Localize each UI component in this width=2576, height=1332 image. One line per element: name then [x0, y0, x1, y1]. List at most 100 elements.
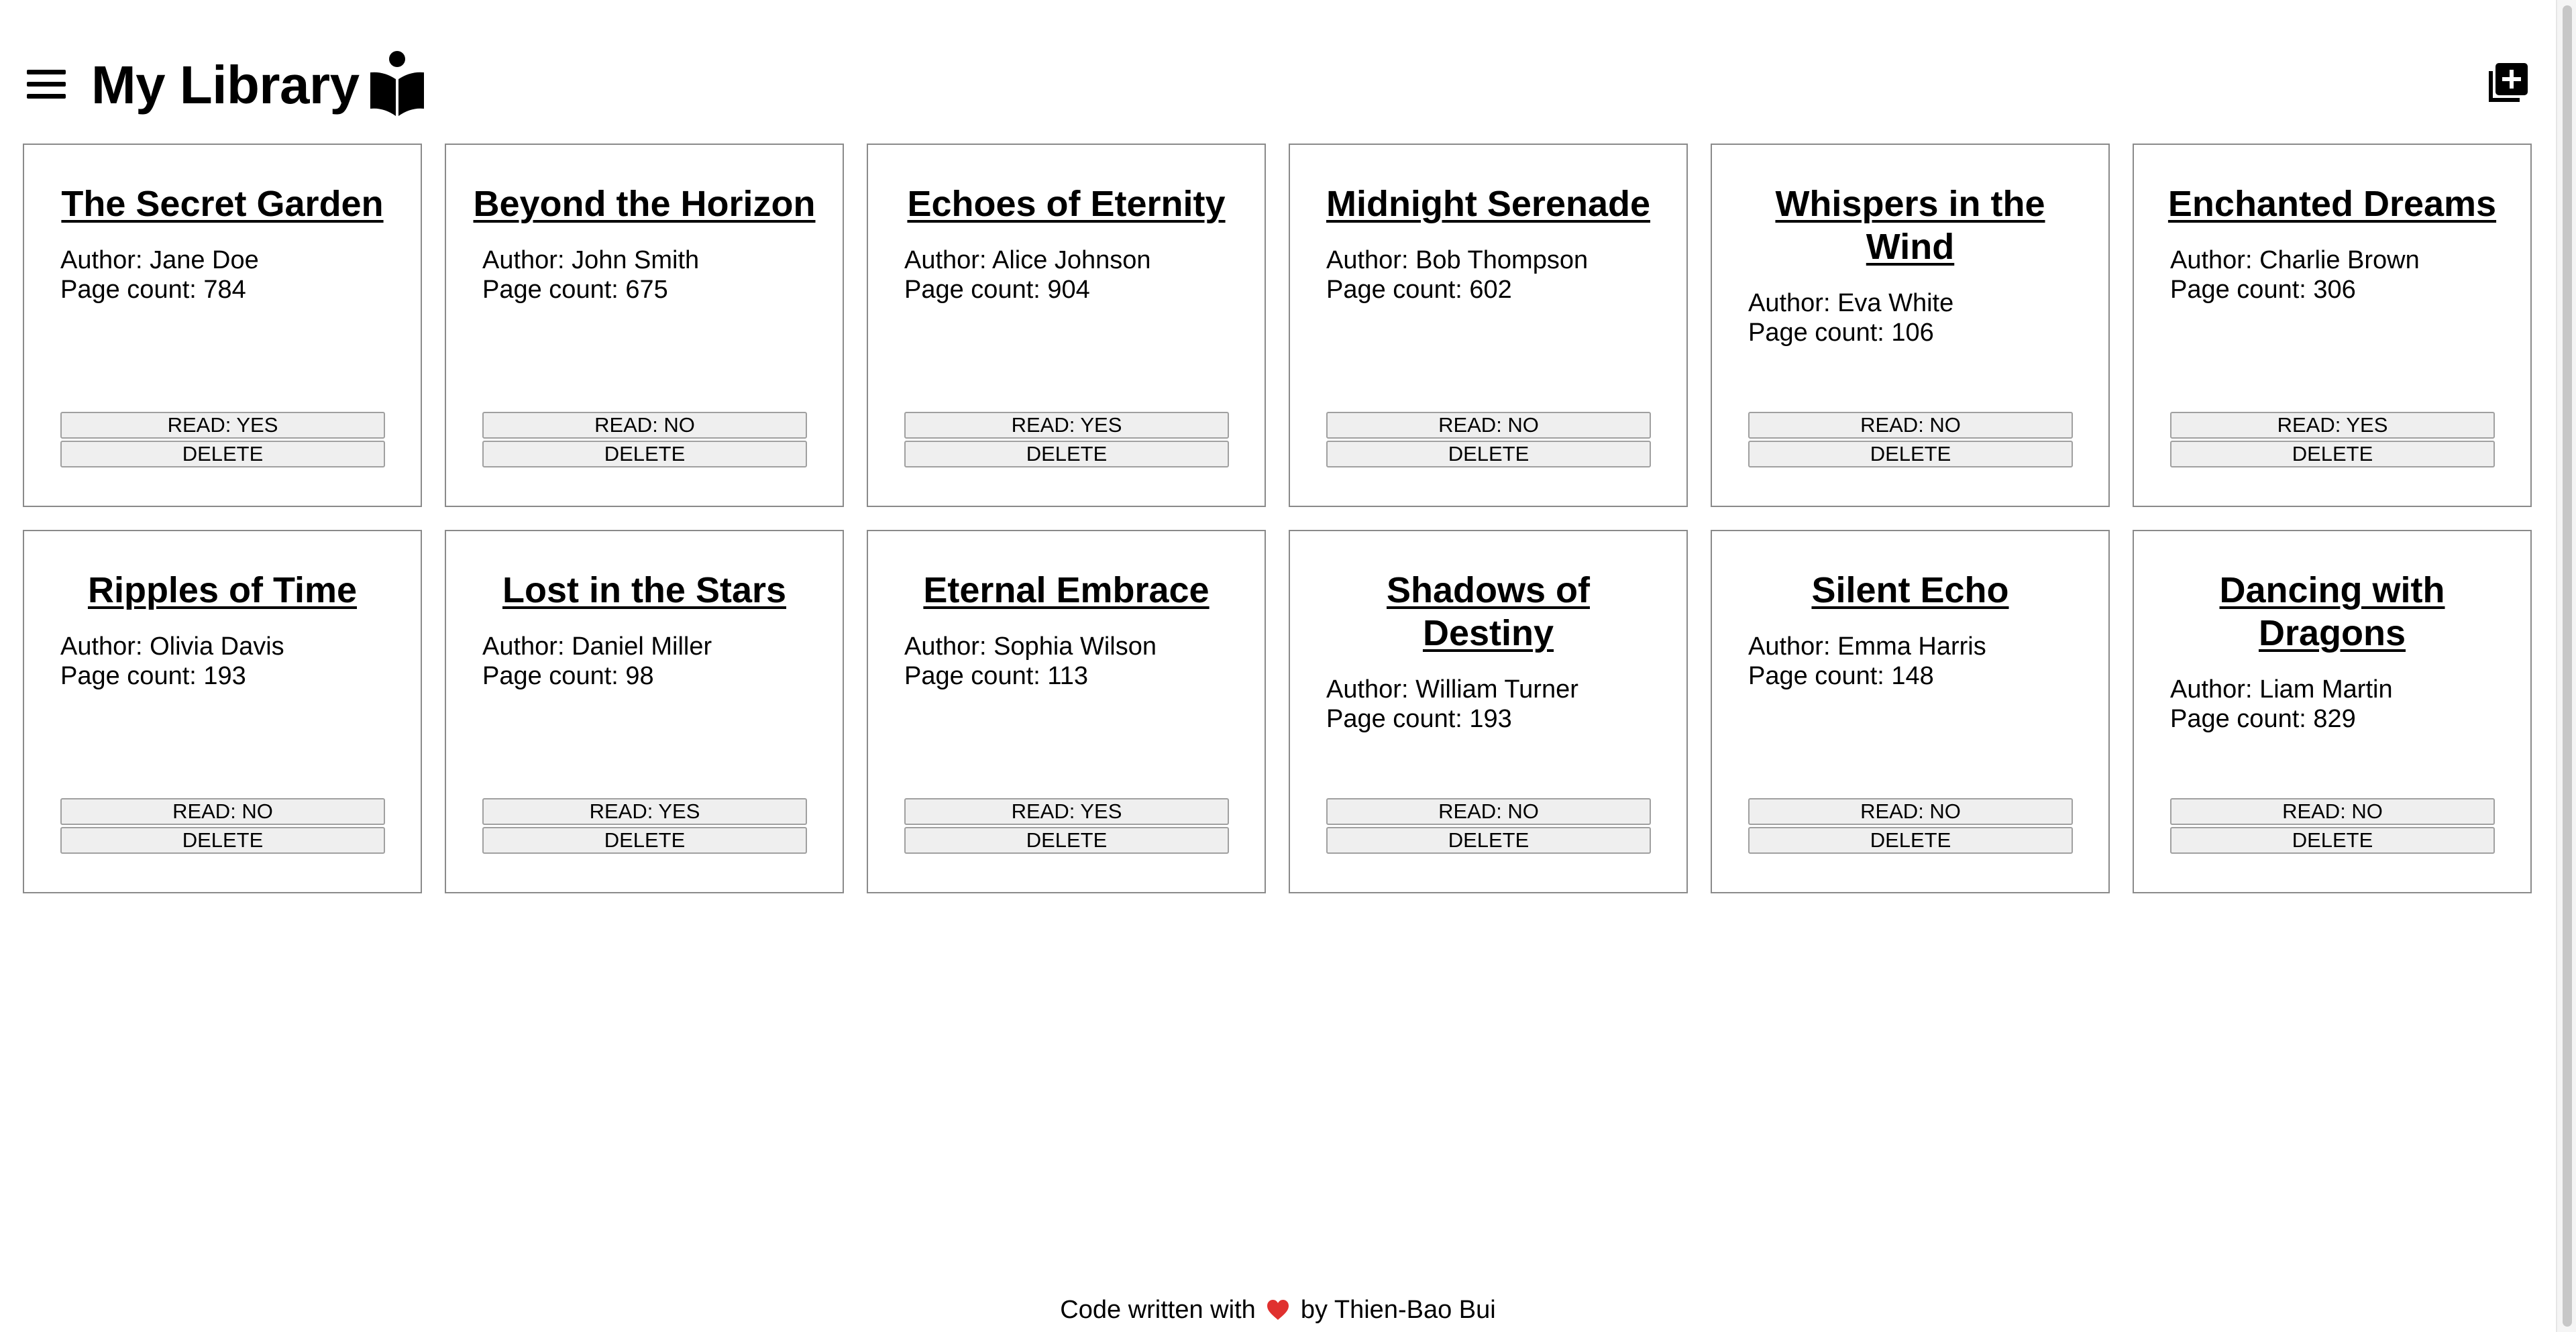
book-author: Author: Liam Martin	[2170, 675, 2393, 704]
book-info: Author: Liam Martin Page count: 829	[2170, 675, 2530, 734]
book-info: Author: Alice Johnson Page count: 904	[904, 245, 1265, 304]
book-author: Author: John Smith	[482, 246, 700, 274]
book-title[interactable]: Lost in the Stars	[446, 569, 843, 612]
book-actions: READ: YES DELETE	[60, 412, 385, 469]
book-page-count: Page count: 306	[2170, 276, 2356, 304]
book-page-count: Page count: 829	[2170, 705, 2356, 733]
read-toggle-button[interactable]: READ: NO	[482, 412, 807, 439]
delete-button[interactable]: DELETE	[2170, 441, 2495, 467]
hamburger-menu-icon[interactable]	[27, 64, 70, 104]
delete-button[interactable]: DELETE	[482, 827, 807, 854]
book-title[interactable]: Echoes of Eternity	[868, 182, 1265, 225]
book-title[interactable]: The Secret Garden	[24, 182, 421, 225]
page-title: My Library	[91, 55, 360, 115]
vertical-scrollbar[interactable]	[2556, 0, 2576, 1332]
book-title[interactable]: Enchanted Dreams	[2134, 182, 2530, 225]
delete-button[interactable]: DELETE	[1748, 827, 2073, 854]
book-card: Whispers in the Wind Author: Eva White Pag…	[1711, 144, 2110, 507]
delete-button[interactable]: DELETE	[904, 441, 1229, 467]
book-card: Eternal Embrace Author: Sophia Wilson Page…	[867, 530, 1266, 893]
book-title[interactable]: Silent Echo	[1712, 569, 2108, 612]
book-page-count: Page count: 193	[60, 662, 246, 690]
book-actions: READ: YES DELETE	[2170, 412, 2495, 469]
book-author: Author: Eva White	[1748, 289, 1954, 317]
book-actions: READ: NO DELETE	[482, 412, 807, 469]
book-page-count: Page count: 148	[1748, 662, 1934, 690]
book-card: The Secret Garden Author: Jane Doe Page co…	[23, 144, 422, 507]
delete-button[interactable]: DELETE	[1326, 441, 1651, 467]
book-author: Author: Bob Thompson	[1326, 246, 1589, 274]
book-title[interactable]: Eternal Embrace	[868, 569, 1265, 612]
read-toggle-button[interactable]: READ: NO	[1326, 798, 1651, 825]
menu-bar	[27, 69, 66, 74]
book-card: Dancing with Dragons Author: Liam Martin P…	[2133, 530, 2532, 893]
book-reader-icon	[370, 51, 424, 116]
footer: Code written with by Thien-Bao Bui	[0, 1291, 2556, 1329]
app-header: My Library	[0, 0, 2556, 134]
book-card: Lost in the Stars Author: Daniel Miller Pa…	[445, 530, 844, 893]
read-toggle-button[interactable]: READ: NO	[1326, 412, 1651, 439]
book-info: Author: Charlie Brown Page count: 306	[2170, 245, 2530, 304]
book-info: Author: Bob Thompson Page count: 602	[1326, 245, 1686, 304]
read-toggle-button[interactable]: READ: YES	[482, 798, 807, 825]
read-toggle-button[interactable]: READ: NO	[60, 798, 385, 825]
book-author: Author: William Turner	[1326, 675, 1578, 704]
delete-button[interactable]: DELETE	[1748, 441, 2073, 467]
book-page-count: Page count: 602	[1326, 276, 1512, 304]
book-actions: READ: YES DELETE	[482, 798, 807, 856]
read-toggle-button[interactable]: READ: NO	[1748, 412, 2073, 439]
book-info: Author: Emma Harris Page count: 148	[1748, 632, 2108, 691]
book-actions: READ: NO DELETE	[1748, 412, 2073, 469]
read-toggle-button[interactable]: READ: NO	[1748, 798, 2073, 825]
delete-button[interactable]: DELETE	[2170, 827, 2495, 854]
book-page-count: Page count: 113	[904, 662, 1088, 690]
book-title[interactable]: Dancing with Dragons	[2134, 569, 2530, 655]
menu-bar	[27, 93, 66, 99]
book-page-count: Page count: 106	[1748, 319, 1934, 347]
delete-button[interactable]: DELETE	[904, 827, 1229, 854]
scrollbar-thumb[interactable]	[2563, 5, 2572, 1327]
book-title[interactable]: Beyond the Horizon	[446, 182, 843, 225]
page: My Library The Secret Garden Author: Jane…	[0, 0, 2556, 1332]
book-author: Author: Charlie Brown	[2170, 246, 2420, 274]
book-card: Silent Echo Author: Emma Harris Page count…	[1711, 530, 2110, 893]
book-info: Author: William Turner Page count: 193	[1326, 675, 1686, 734]
book-actions: READ: NO DELETE	[1326, 798, 1651, 856]
book-page-count: Page count: 784	[60, 276, 246, 304]
book-page-count: Page count: 193	[1326, 705, 1512, 733]
book-info: Author: John Smith Page count: 675	[482, 245, 843, 304]
book-page-count: Page count: 98	[482, 662, 654, 690]
read-toggle-button[interactable]: READ: YES	[904, 412, 1229, 439]
delete-button[interactable]: DELETE	[482, 441, 807, 467]
book-actions: READ: YES DELETE	[904, 798, 1229, 856]
book-title[interactable]: Shadows of Destiny	[1290, 569, 1686, 655]
book-card: Midnight Serenade Author: Bob Thompson Pag…	[1289, 144, 1688, 507]
menu-bar	[27, 81, 66, 87]
book-info: Author: Sophia Wilson Page count: 113	[904, 632, 1265, 691]
add-book-icon[interactable]	[2485, 60, 2530, 106]
book-title[interactable]: Whispers in the Wind	[1712, 182, 2108, 268]
delete-button[interactable]: DELETE	[60, 827, 385, 854]
book-card: Echoes of Eternity Author: Alice Johnson P…	[867, 144, 1266, 507]
heart-icon	[1267, 1300, 1289, 1320]
book-author: Author: Alice Johnson	[904, 246, 1151, 274]
read-toggle-button[interactable]: READ: YES	[2170, 412, 2495, 439]
book-card: Beyond the Horizon Author: John Smith Page…	[445, 144, 844, 507]
book-author: Author: Olivia Davis	[60, 632, 284, 661]
book-actions: READ: NO DELETE	[1748, 798, 2073, 856]
book-title[interactable]: Midnight Serenade	[1290, 182, 1686, 225]
delete-button[interactable]: DELETE	[60, 441, 385, 467]
read-toggle-button[interactable]: READ: YES	[60, 412, 385, 439]
book-card: Ripples of Time Author: Olivia Davis Page …	[23, 530, 422, 893]
book-info: Author: Eva White Page count: 106	[1748, 288, 2108, 347]
book-info: Author: Daniel Miller Page count: 98	[482, 632, 843, 691]
book-author: Author: Sophia Wilson	[904, 632, 1157, 661]
footer-text-before: Code written with	[1060, 1296, 1256, 1324]
book-title[interactable]: Ripples of Time	[24, 569, 421, 612]
delete-button[interactable]: DELETE	[1326, 827, 1651, 854]
book-info: Author: Jane Doe Page count: 784	[60, 245, 421, 304]
book-actions: READ: NO DELETE	[2170, 798, 2495, 856]
read-toggle-button[interactable]: READ: YES	[904, 798, 1229, 825]
book-page-count: Page count: 675	[482, 276, 668, 304]
read-toggle-button[interactable]: READ: NO	[2170, 798, 2495, 825]
